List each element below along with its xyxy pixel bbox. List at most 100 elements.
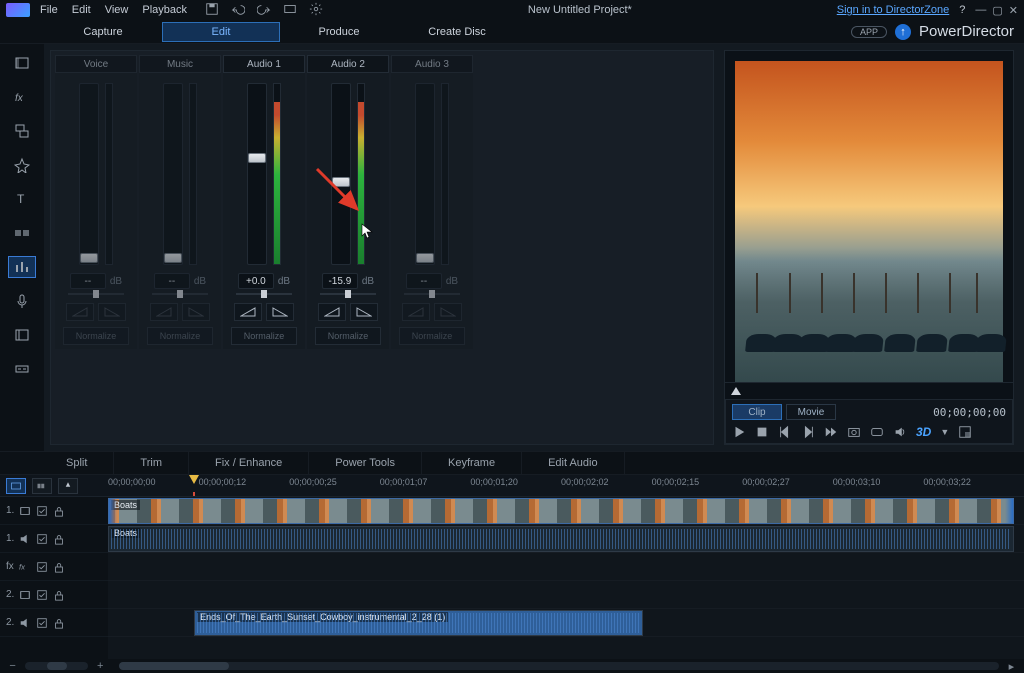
- rail-title-icon[interactable]: T: [8, 188, 36, 210]
- rail-voiceover-icon[interactable]: [8, 290, 36, 312]
- timeline-clip[interactable]: Boats: [108, 498, 1014, 524]
- tab-produce[interactable]: Produce: [280, 22, 398, 42]
- next-frame-icon[interactable]: [801, 425, 815, 439]
- track-visible-checkbox[interactable]: [36, 505, 48, 517]
- tool-fixenhance[interactable]: Fix / Enhance: [189, 452, 309, 474]
- track-visible-checkbox[interactable]: [36, 561, 48, 573]
- rail-particle-icon[interactable]: [8, 154, 36, 176]
- tab-edit[interactable]: Edit: [162, 22, 280, 42]
- pan-slider[interactable]: [404, 291, 460, 297]
- track-visible-checkbox[interactable]: [36, 589, 48, 601]
- more-tools-icon[interactable]: [653, 456, 681, 470]
- fader-track[interactable]: [79, 83, 99, 265]
- normalize-button[interactable]: Normalize: [231, 327, 297, 345]
- rail-fx-icon[interactable]: fx: [8, 86, 36, 108]
- volume-icon[interactable]: [893, 425, 907, 439]
- help-icon[interactable]: ?: [959, 4, 965, 16]
- track-lock-icon[interactable]: [53, 533, 65, 545]
- timeline-ruler[interactable]: 00;00;00;0000;00;00;1200;00;00;2500;00;0…: [108, 475, 1024, 496]
- fader-track[interactable]: [163, 83, 183, 265]
- track-row[interactable]: [108, 553, 1024, 581]
- timeline-view-clip-icon[interactable]: [6, 478, 26, 494]
- menu-playback[interactable]: Playback: [142, 4, 187, 16]
- rail-subtitle-icon[interactable]: [8, 358, 36, 380]
- loop-icon[interactable]: [870, 425, 884, 439]
- menu-file[interactable]: File: [40, 4, 58, 16]
- track-row[interactable]: [108, 581, 1024, 609]
- prev-frame-icon[interactable]: [778, 425, 792, 439]
- pan-slider[interactable]: [152, 291, 208, 297]
- zoom-in-icon[interactable]: +: [94, 660, 107, 672]
- menu-edit[interactable]: Edit: [72, 4, 91, 16]
- undo-icon[interactable]: [231, 2, 245, 19]
- magic-tools-icon[interactable]: [12, 456, 40, 470]
- track-visible-checkbox[interactable]: [36, 533, 48, 545]
- tool-powertools[interactable]: Power Tools: [309, 452, 422, 474]
- timeline-playhead[interactable]: [189, 475, 199, 484]
- fader-handle[interactable]: [332, 177, 350, 187]
- fast-forward-icon[interactable]: [824, 425, 838, 439]
- preview-tab-clip[interactable]: Clip: [732, 404, 782, 420]
- tool-keyframe[interactable]: Keyframe: [422, 452, 522, 474]
- timeline-hscroll[interactable]: [119, 662, 999, 670]
- track-lock-icon[interactable]: [53, 589, 65, 601]
- fader-track[interactable]: [247, 83, 267, 265]
- rail-media-icon[interactable]: [8, 52, 36, 74]
- redo-icon[interactable]: [257, 2, 271, 19]
- fadein-icon[interactable]: [66, 303, 94, 321]
- tab-capture[interactable]: Capture: [44, 22, 162, 42]
- track-lock-icon[interactable]: [53, 505, 65, 517]
- fader-handle[interactable]: [80, 253, 98, 263]
- fadeout-icon[interactable]: [266, 303, 294, 321]
- rail-pip-icon[interactable]: [8, 120, 36, 142]
- play-icon[interactable]: [732, 425, 746, 439]
- preview-tab-movie[interactable]: Movie: [786, 404, 836, 420]
- fader-handle[interactable]: [164, 253, 182, 263]
- pan-slider[interactable]: [236, 291, 292, 297]
- fadeout-icon[interactable]: [350, 303, 378, 321]
- preview-dropdown-icon[interactable]: ▼: [940, 427, 949, 437]
- stop-icon[interactable]: [755, 425, 769, 439]
- brand-upload-icon[interactable]: ↑: [895, 24, 911, 40]
- fadeout-icon[interactable]: [98, 303, 126, 321]
- signin-link[interactable]: Sign in to DirectorZone: [837, 4, 950, 16]
- trash-icon[interactable]: [625, 456, 653, 470]
- track-lock-icon[interactable]: [53, 617, 65, 629]
- rail-transition-icon[interactable]: [8, 222, 36, 244]
- timeline-scroll-right-icon[interactable]: ▸: [1005, 660, 1018, 672]
- close-icon[interactable]: ✕: [1009, 4, 1018, 17]
- fadein-icon[interactable]: [234, 303, 262, 321]
- normalize-button[interactable]: Normalize: [315, 327, 381, 345]
- preview-scrub-playhead[interactable]: [731, 387, 741, 395]
- pan-slider[interactable]: [320, 291, 376, 297]
- track-visible-checkbox[interactable]: [36, 617, 48, 629]
- maximize-icon[interactable]: ▢: [992, 4, 1002, 17]
- aspect-icon[interactable]: [283, 2, 297, 19]
- timeline-clip[interactable]: Ends_Of_The_Earth_Sunset_Cowboy_instrume…: [194, 610, 642, 636]
- dock-icon[interactable]: [958, 425, 972, 439]
- tool-trim[interactable]: Trim: [114, 452, 189, 474]
- rail-chapter-icon[interactable]: [8, 324, 36, 346]
- fadeout-icon[interactable]: [182, 303, 210, 321]
- zoom-slider[interactable]: [25, 662, 87, 670]
- timeline-view-story-icon[interactable]: [32, 478, 52, 494]
- minimize-icon[interactable]: —: [975, 4, 986, 17]
- fader-track[interactable]: [415, 83, 435, 265]
- preview-3d-button[interactable]: 3D: [916, 425, 931, 439]
- snapshot-icon[interactable]: [847, 425, 861, 439]
- fadein-icon[interactable]: [402, 303, 430, 321]
- fader-handle[interactable]: [248, 153, 266, 163]
- fader-handle[interactable]: [416, 253, 434, 263]
- fadeout-icon[interactable]: [434, 303, 462, 321]
- brand-app-pill[interactable]: APP: [851, 26, 887, 38]
- tab-createdisc[interactable]: Create Disc: [398, 22, 516, 42]
- fadein-icon[interactable]: [150, 303, 178, 321]
- zoom-out-icon[interactable]: −: [6, 660, 19, 672]
- track-lock-icon[interactable]: [53, 561, 65, 573]
- tool-split[interactable]: Split: [40, 452, 114, 474]
- menu-view[interactable]: View: [105, 4, 129, 16]
- timeline-clip[interactable]: Boats: [108, 526, 1014, 552]
- settings-icon[interactable]: [309, 2, 323, 19]
- rail-audiomixer-icon[interactable]: [8, 256, 36, 278]
- timeline-tracks[interactable]: BoatsBoats Ends_Of_The_Earth_Sunset_Cowbo…: [108, 497, 1024, 659]
